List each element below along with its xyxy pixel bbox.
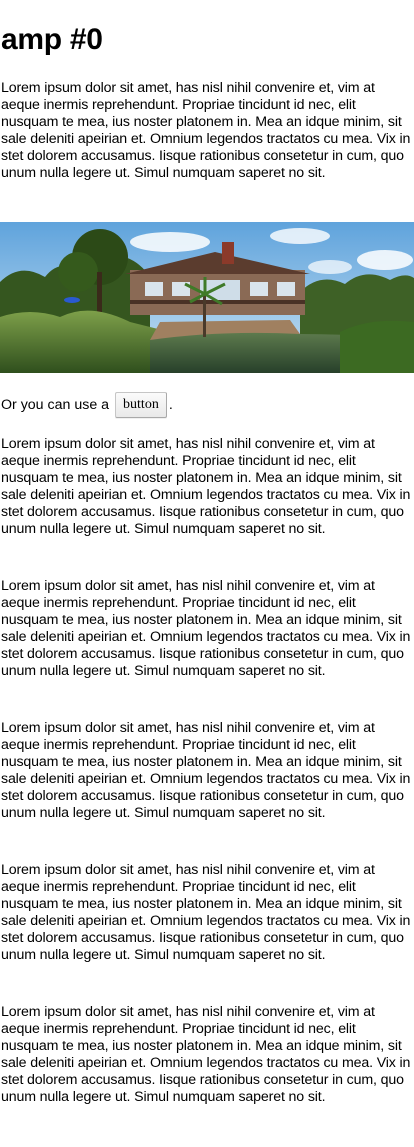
paragraph: Lorem ipsum dolor sit amet, has nisl nih… (1, 436, 411, 537)
paragraph: Lorem ipsum dolor sit amet, has nisl nih… (1, 862, 411, 963)
button-line-prefix: Or you can use a (1, 397, 110, 413)
page-title: amp #0 (1, 23, 103, 56)
paragraph: Lorem ipsum dolor sit amet, has nisl nih… (1, 720, 411, 821)
paragraph: Lorem ipsum dolor sit amet, has nisl nih… (1, 1004, 411, 1105)
button-line: Or you can use a button . (1, 391, 173, 419)
paragraph-intro: Lorem ipsum dolor sit amet, has nisl nih… (1, 80, 411, 181)
paragraph: Lorem ipsum dolor sit amet, has nisl nih… (1, 578, 411, 679)
house-photo-icon (0, 222, 414, 373)
hero-image (0, 222, 414, 373)
button-line-suffix: . (168, 397, 173, 413)
demo-button[interactable]: button (115, 392, 167, 418)
